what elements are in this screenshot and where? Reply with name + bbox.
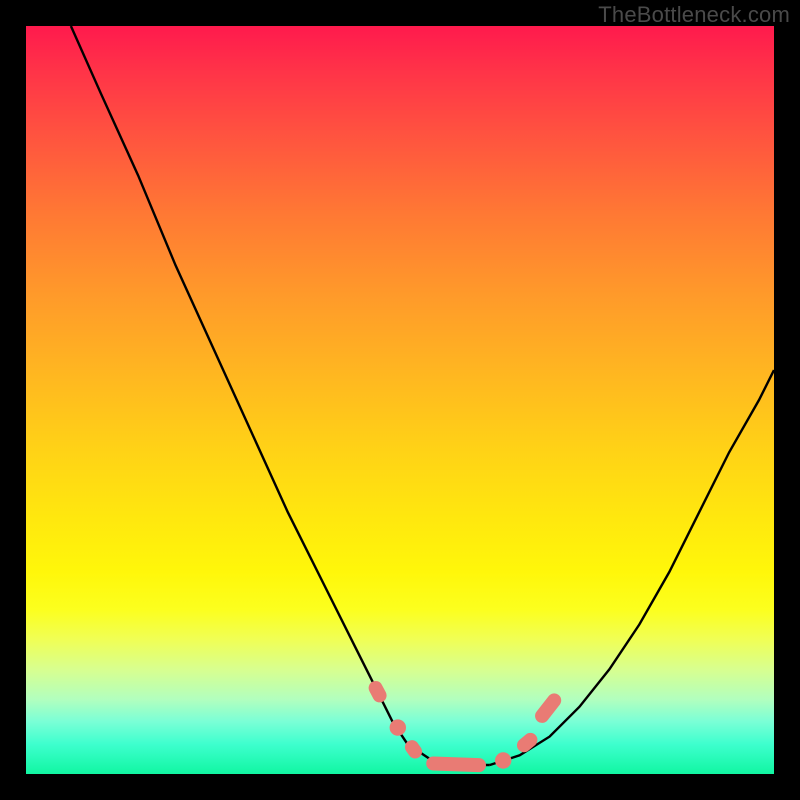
- marker-pill: [426, 756, 486, 772]
- marker-dot: [390, 719, 406, 735]
- chart-frame: TheBottleneck.com: [0, 0, 800, 800]
- series-right-curve: [490, 370, 774, 765]
- marker-pill: [532, 691, 564, 726]
- curve-layer: [26, 26, 774, 774]
- marker-dots: [366, 679, 564, 773]
- plot-area: [26, 26, 774, 774]
- bottleneck-curve: [71, 26, 774, 765]
- marker-pill: [366, 679, 389, 705]
- marker-dot: [495, 752, 511, 768]
- marker-pill: [514, 730, 540, 755]
- series-left-curve: [71, 26, 490, 765]
- watermark-text: TheBottleneck.com: [598, 2, 790, 28]
